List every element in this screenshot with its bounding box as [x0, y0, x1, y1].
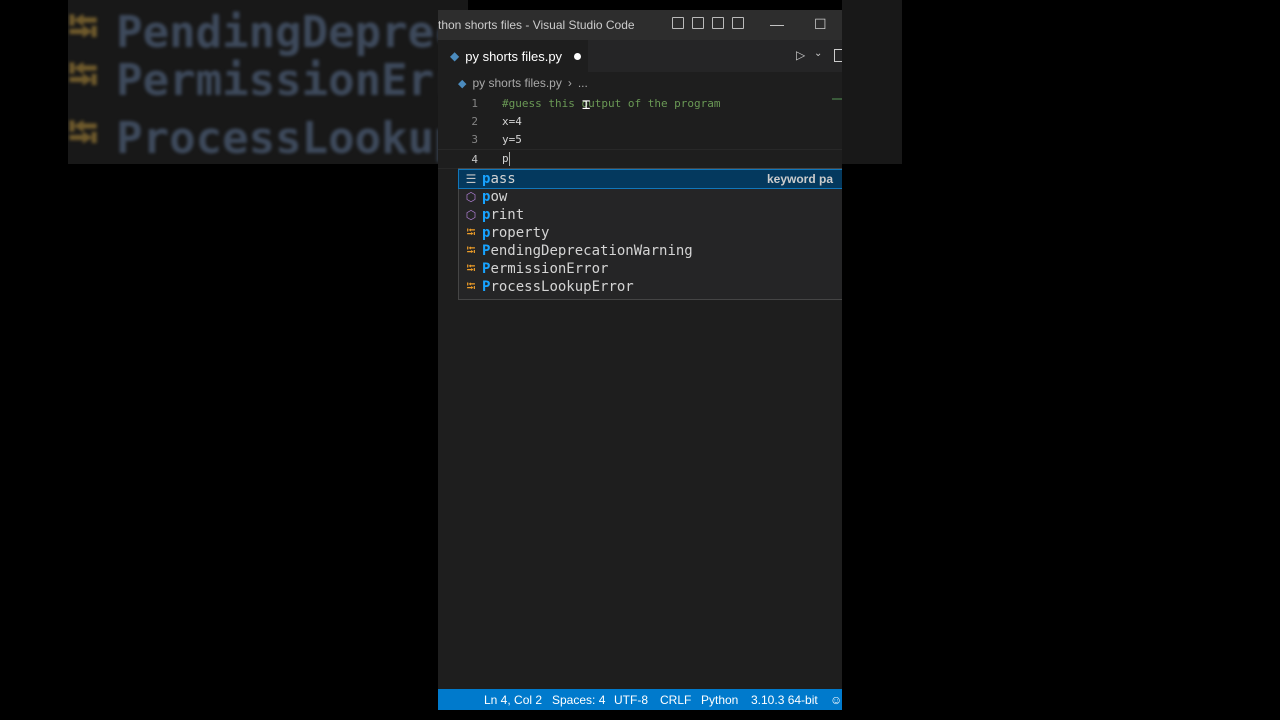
layout-controls — [672, 17, 744, 29]
status-bar: Ln 4, Col 2 Spaces: 4 UTF-8 CRLF Python … — [438, 689, 842, 710]
code-text-wrap: p — [502, 152, 510, 166]
status-eol[interactable]: CRLF — [660, 693, 691, 707]
code-line: 1 #guess this output of the program — [438, 94, 842, 112]
suggestion-match: P — [482, 243, 491, 259]
text-cursor — [508, 152, 510, 166]
code-line: 3 y=5 — [438, 130, 842, 148]
suggestion-detail: keyword pa — [767, 172, 834, 186]
line-number: 4 — [471, 152, 478, 166]
suggestion-rest: rocessLookupError — [490, 279, 634, 295]
suggestion-rest: ermissionError — [490, 261, 609, 277]
minimize-button[interactable]: — — [770, 16, 784, 32]
suggestion-rest: endingDeprecationWarning — [490, 243, 693, 259]
suggestion-item[interactable]: ⭾ PendingDeprecationWarning — [459, 242, 842, 260]
mouse-ibeam-icon: ⌶ — [582, 97, 591, 113]
suggestion-rest: rint — [490, 207, 525, 223]
status-indentation[interactable]: Spaces: 4 — [552, 693, 605, 707]
code-text: x=4 — [502, 114, 522, 128]
suggestion-match: p — [482, 225, 491, 241]
method-icon: ⬡ — [465, 208, 477, 222]
status-interpreter[interactable]: 3.10.3 64-bit — [751, 693, 818, 707]
suggestion-item[interactable]: ☰ p ass keyword pa — [458, 169, 842, 189]
line-number: 1 — [471, 96, 478, 110]
suggestion-widget: ☰ p ass keyword pa ⬡ p ow ⬡ p rint ⭾ p roper… — [458, 168, 842, 300]
suggestion-rest: roperty — [490, 225, 550, 241]
tab-label: py shorts files.py — [465, 48, 563, 64]
split-editor-icon[interactable] — [834, 49, 842, 62]
background-row-text: ProcessLookupError — [116, 112, 468, 164]
suggestion-match: p — [482, 189, 491, 205]
status-cursor-position[interactable]: Ln 4, Col 2 — [484, 693, 542, 707]
suggestion-match: P — [482, 279, 491, 295]
background-row: ⭾ ProcessLookupError — [68, 104, 468, 164]
breadcrumb-file[interactable]: py shorts files.py — [472, 76, 561, 90]
unsaved-dot-icon[interactable] — [574, 52, 582, 60]
background-row-text: PermissionError — [116, 54, 468, 106]
minimap[interactable] — [832, 98, 842, 100]
suggestion-item[interactable]: ⭾ ProcessLookupError — [459, 278, 842, 296]
suggestion-item[interactable]: ⭾ PermissionError — [459, 260, 842, 278]
suggestion-rest: ass — [490, 171, 516, 187]
suggestion-rest: ow — [490, 189, 508, 205]
code-editor[interactable]: 1 #guess this output of the program 2 x=… — [438, 94, 842, 654]
breadcrumb-more[interactable]: ... — [578, 76, 588, 90]
title-bar: thon shorts files - Visual Studio Code —… — [438, 10, 842, 40]
class-icon: ⭾ — [68, 110, 99, 156]
toggle-sidebar-icon[interactable] — [672, 17, 684, 29]
keyword-icon: ☰ — [465, 172, 477, 186]
suggestion-item[interactable]: ⬡ p ow — [459, 188, 842, 206]
toggle-panel-icon[interactable] — [692, 17, 704, 29]
chevron-down-icon[interactable]: ⌄ — [814, 48, 822, 59]
method-icon: ⬡ — [465, 190, 477, 204]
toggle-secondary-sidebar-icon[interactable] — [712, 17, 724, 29]
suggestion-match: p — [482, 207, 491, 223]
vscode-window: thon shorts files - Visual Studio Code —… — [438, 10, 842, 710]
line-number: 2 — [471, 114, 478, 128]
suggestion-item[interactable]: ⭾ p roperty — [459, 224, 842, 242]
code-text: y=5 — [502, 132, 522, 146]
feedback-icon[interactable]: ☺ — [830, 693, 842, 707]
code-text: p — [502, 152, 509, 165]
code-text: #guess this output of the program — [502, 96, 721, 110]
code-line: 2 x=4 — [438, 112, 842, 130]
window-title: thon shorts files - Visual Studio Code — [438, 18, 635, 32]
python-file-icon: ◆ — [458, 77, 467, 90]
chevron-right-icon: › — [567, 76, 572, 90]
suggestion-item[interactable]: ⬡ p rint — [459, 206, 842, 224]
customize-layout-icon[interactable] — [732, 17, 744, 29]
suggestion-match: p — [482, 171, 491, 187]
line-number: 3 — [471, 132, 478, 146]
background-zoom: ⭾ PendingDeprecationWarning ⭾ Permission… — [68, 0, 468, 164]
tab-bar: ◆ py shorts files.py ▷ ⌄ — [438, 40, 842, 72]
status-encoding[interactable]: UTF-8 — [614, 693, 648, 707]
code-line-current: 4 p — [438, 149, 842, 169]
class-icon: ⭾ — [466, 278, 476, 293]
background-zoom-right — [842, 0, 902, 164]
python-file-icon: ◆ — [450, 49, 460, 63]
breadcrumb: ◆ py shorts files.py › ... — [438, 72, 842, 94]
status-language[interactable]: Python — [701, 693, 738, 707]
suggestion-match: P — [482, 261, 491, 277]
maximize-button[interactable]: ☐ — [814, 16, 827, 33]
editor-tab[interactable]: ◆ py shorts files.py — [438, 40, 588, 72]
run-icon[interactable]: ▷ — [796, 48, 805, 62]
